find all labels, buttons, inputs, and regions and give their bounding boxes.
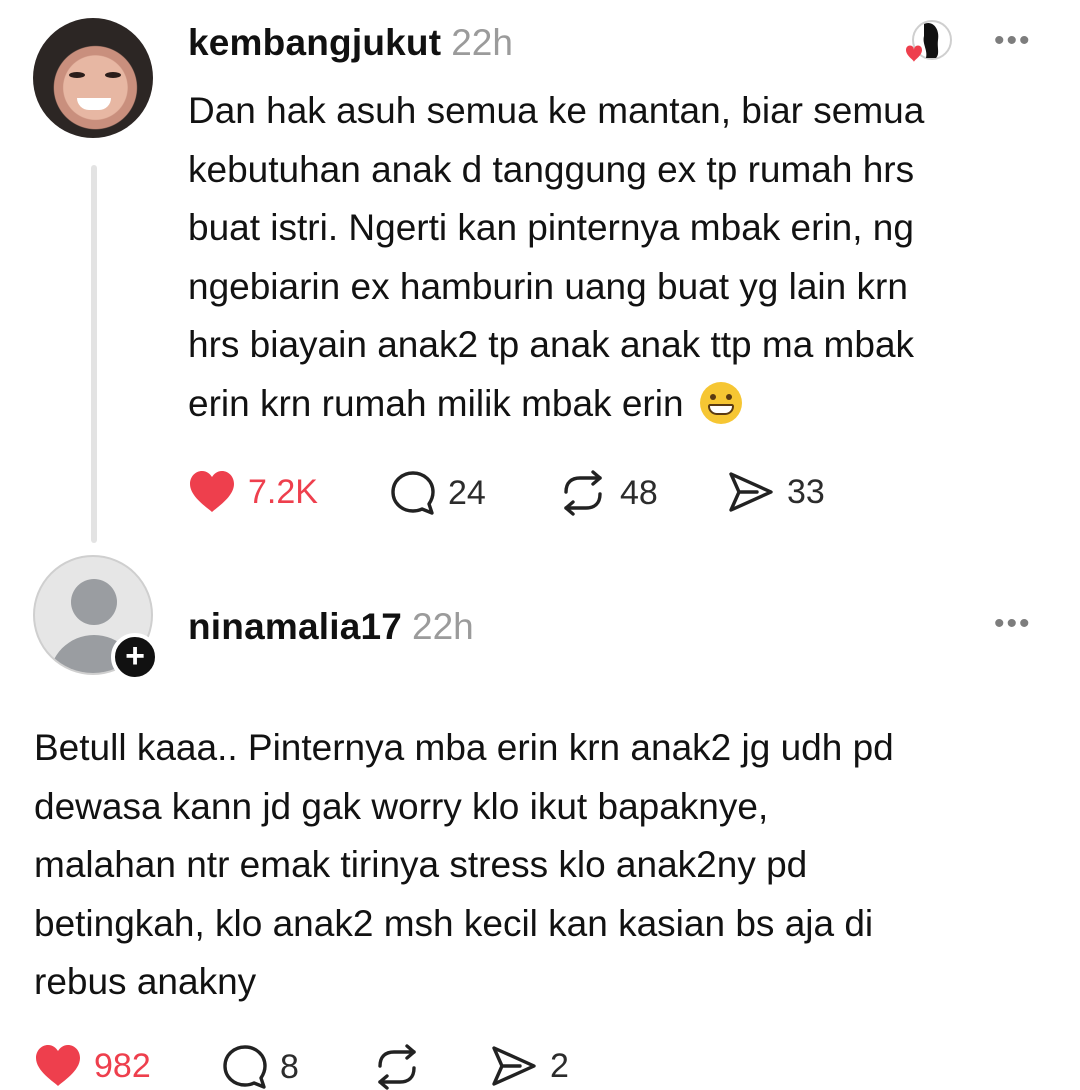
timestamp: 22h: [451, 22, 513, 63]
avatar-smile: [77, 98, 111, 110]
share-count: 33: [787, 472, 825, 511]
comment-bubble-icon: [223, 1045, 267, 1089]
comment-line: kebutuhan anak d tanggung ex tp rumah hr…: [188, 148, 915, 190]
comment-text: Dan hak asuh semua ke mantan, biar semua…: [188, 82, 1048, 433]
like-count: 7.2K: [248, 472, 318, 511]
comment-header: ninamalia17 22h: [188, 606, 474, 648]
comment-line: malahan ntr emak tirinya stress klo anak…: [34, 844, 808, 885]
avatar-eye: [105, 72, 121, 78]
repost-button[interactable]: [372, 1044, 434, 1090]
thread-connector-line: [91, 165, 97, 543]
reply-count: 24: [448, 473, 486, 512]
avatar-head-shape: [71, 579, 117, 625]
send-paper-plane-icon: [729, 472, 773, 512]
comment-line: ngebiarin ex hamburin uang buat yg lain …: [188, 265, 908, 307]
comment-line: Dan hak asuh semua ke mantan, biar semua: [188, 90, 925, 131]
username[interactable]: kembangjukut: [188, 22, 441, 63]
heart-filled-icon: [190, 471, 234, 512]
comment-text: Betull kaaa.. Pinternya mba erin krn ana…: [34, 719, 1044, 1012]
comment-line: dewasa kann jd gak worry klo ikut bapakn…: [34, 785, 769, 827]
share-button[interactable]: 2: [490, 1044, 569, 1088]
comment-bubble-icon: [391, 471, 435, 515]
liked-by-author-icon: [906, 20, 952, 62]
comment-line: erin krn rumah milik mbak erin: [188, 382, 684, 424]
comment-line: hrs biayain anak2 tp anak anak ttp ma mb…: [188, 324, 915, 365]
reply-count: 8: [280, 1047, 299, 1086]
avatar-eye: [69, 72, 85, 78]
more-options-button[interactable]: •••: [994, 24, 1032, 58]
comment-line: betingkah, klo anak2 msh kecil kan kasia…: [34, 902, 874, 944]
comment-line: Betull kaaa.. Pinternya mba erin krn ana…: [34, 727, 894, 768]
reply-button[interactable]: 8: [222, 1044, 299, 1090]
send-paper-plane-icon: [492, 1046, 536, 1086]
repost-count: 48: [620, 473, 658, 512]
like-button[interactable]: 7.2K: [188, 470, 318, 514]
avatar[interactable]: [33, 18, 153, 138]
heart-filled-icon: [36, 1045, 80, 1086]
comment-line: rebus anakny: [34, 961, 257, 1002]
follow-plus-button[interactable]: +: [111, 633, 159, 681]
comment-line-last: erin krn rumah milik mbak erin: [188, 375, 1048, 434]
like-button[interactable]: 982: [34, 1044, 151, 1088]
repost-icon: [378, 1044, 416, 1090]
username[interactable]: ninamalia17: [188, 606, 402, 647]
comment-header: kembangjukut 22h: [188, 22, 513, 64]
repost-button[interactable]: 48: [558, 470, 658, 516]
comment-line: buat istri. Ngerti kan pinternya mbak er…: [188, 207, 914, 248]
repost-icon: [564, 470, 602, 516]
share-count: 2: [550, 1046, 569, 1085]
grinning-face-emoji: [699, 381, 742, 424]
more-options-button[interactable]: •••: [994, 607, 1032, 641]
reply-button[interactable]: 24: [390, 470, 486, 516]
like-count: 982: [94, 1046, 151, 1085]
timestamp: 22h: [412, 606, 474, 647]
share-button[interactable]: 33: [727, 470, 825, 514]
